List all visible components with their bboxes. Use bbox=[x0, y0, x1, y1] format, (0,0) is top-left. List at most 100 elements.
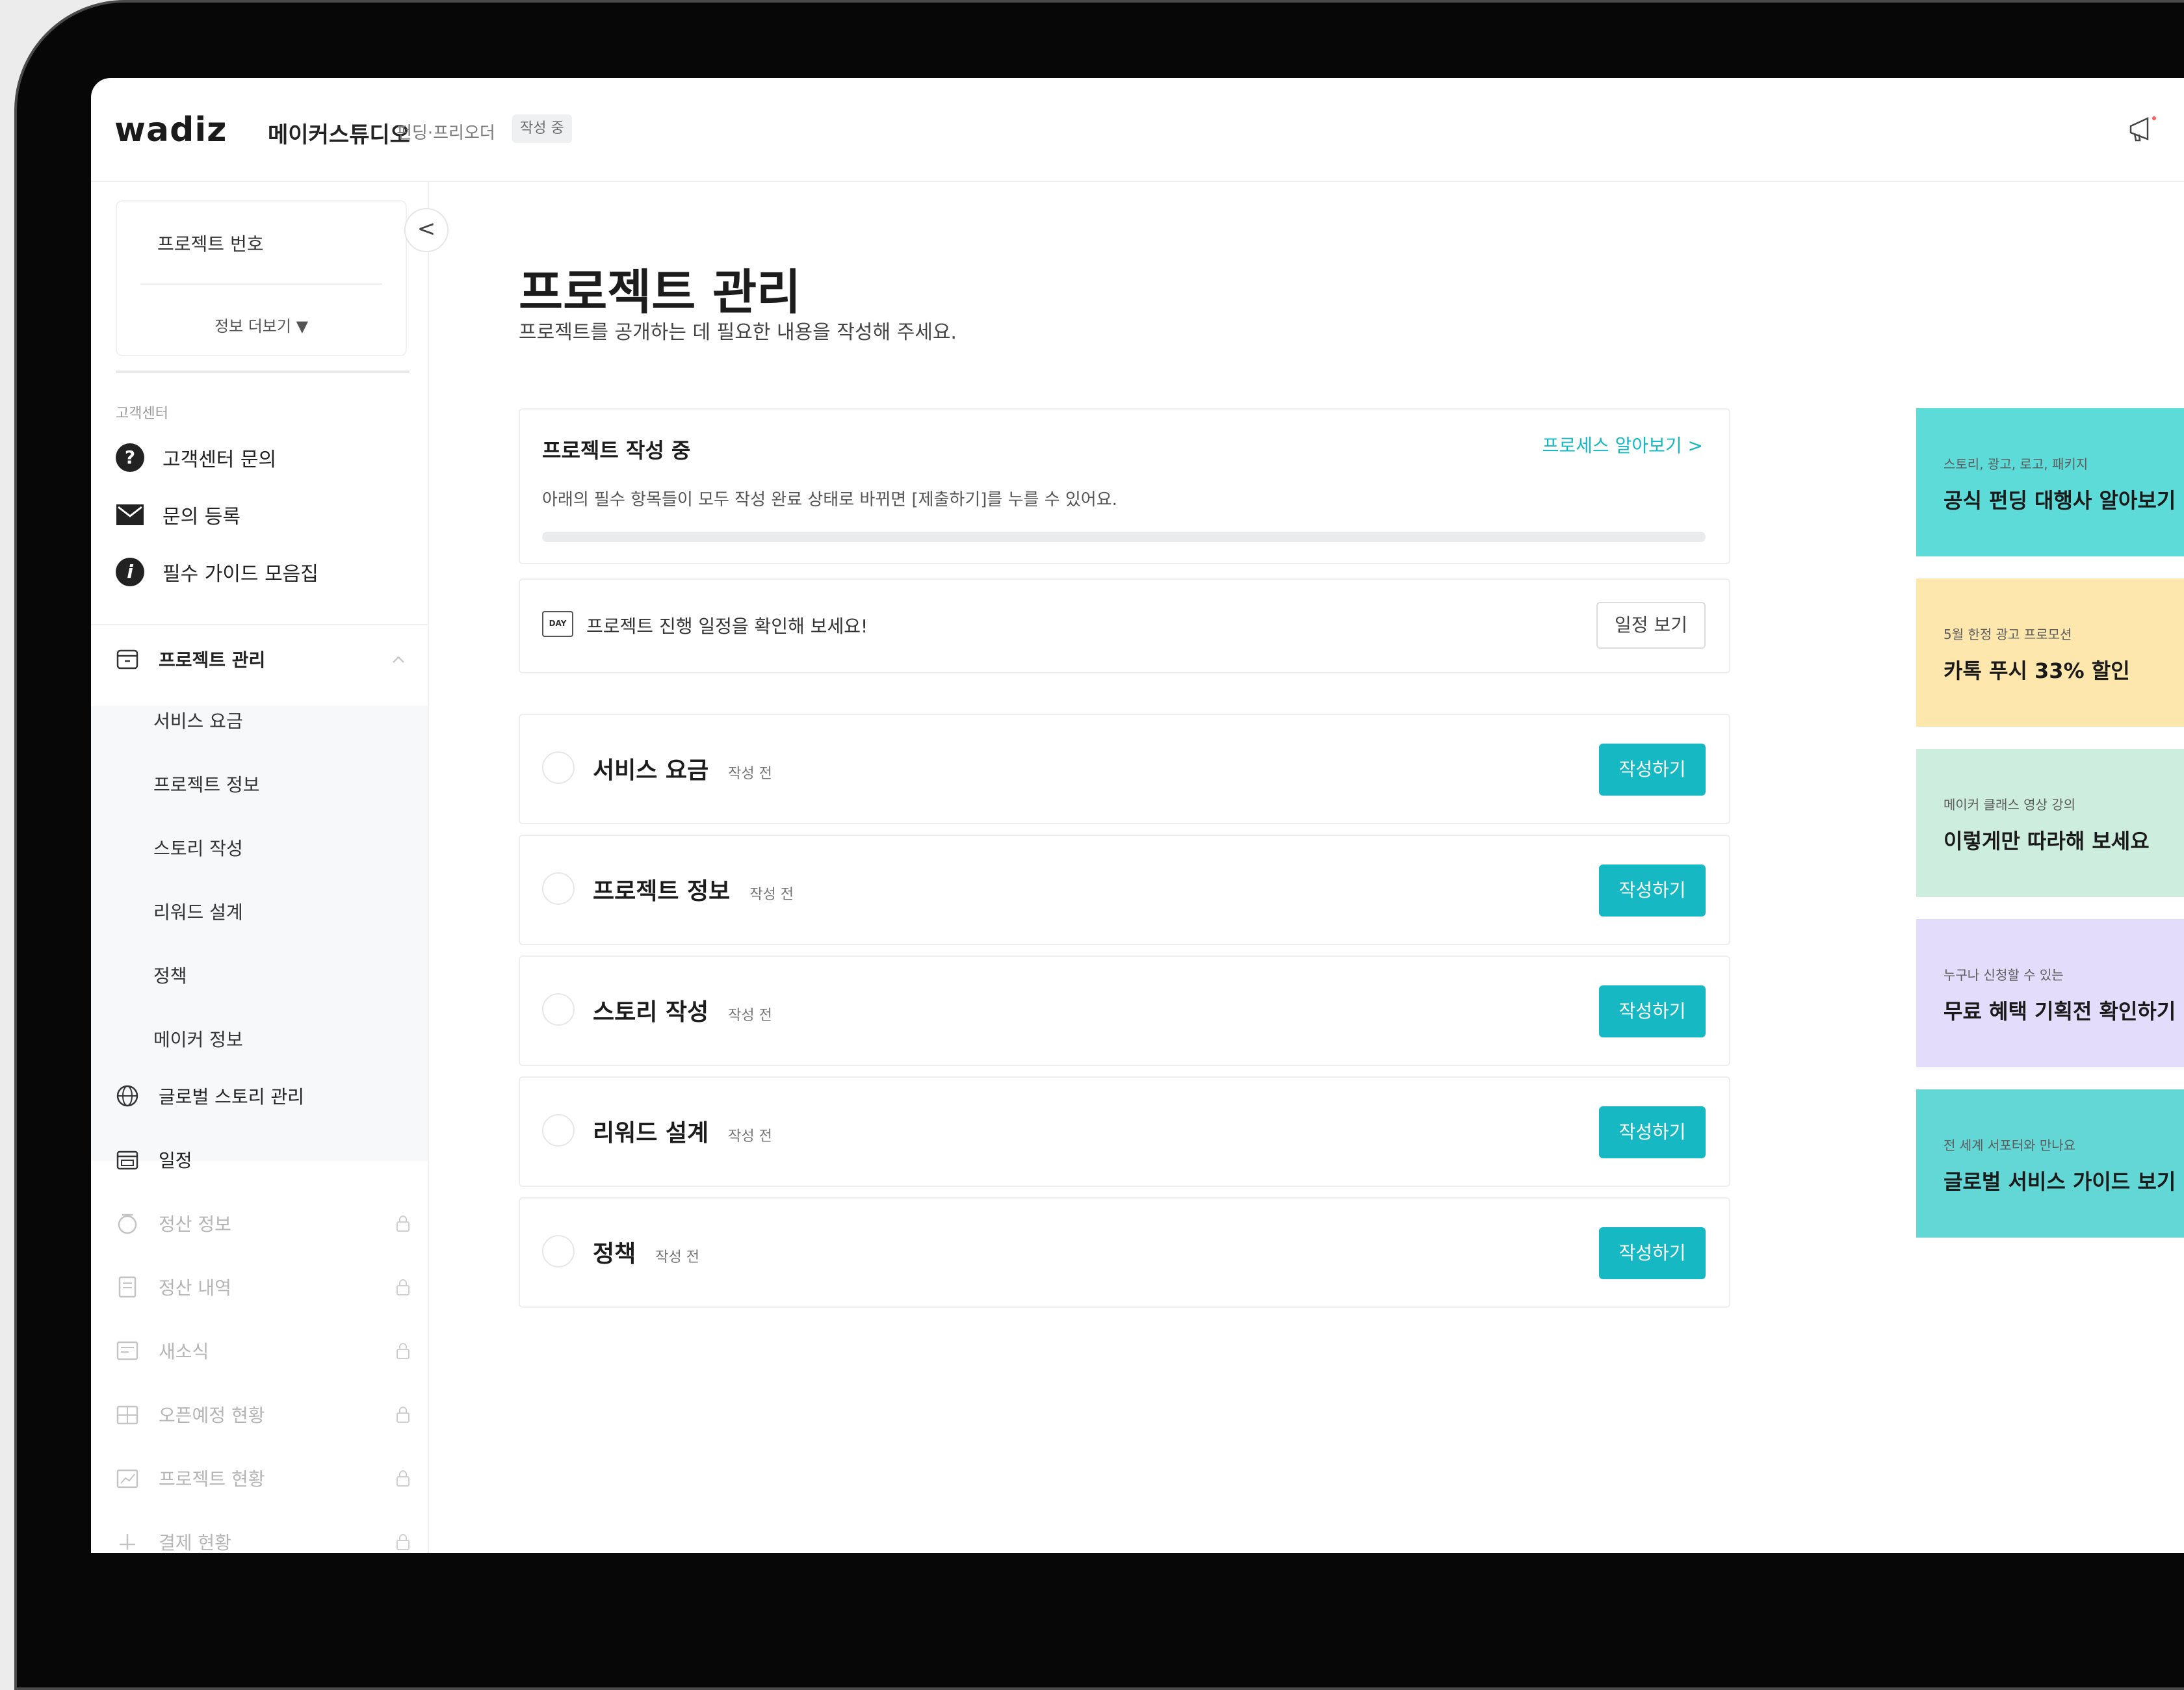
sidebar-subitem-service-fee[interactable]: 서비스 요금 bbox=[153, 707, 243, 733]
promo-title: 무료 혜택 기획전 확인하기 bbox=[1944, 999, 2176, 1024]
view-schedule-button[interactable]: 일정 보기 bbox=[1596, 602, 1706, 649]
support-section-label: 고객센터 bbox=[116, 406, 168, 422]
lock-icon bbox=[396, 1279, 410, 1295]
more-info-button[interactable]: 정보 더보기 ▼ bbox=[117, 313, 406, 336]
write-button[interactable]: 작성하기 bbox=[1599, 1227, 1706, 1279]
divider bbox=[140, 283, 382, 285]
support-item-label: 문의 등록 bbox=[162, 506, 240, 528]
lock-icon bbox=[396, 1343, 410, 1359]
mail-icon bbox=[116, 504, 144, 525]
project-mode: 펀딩·프리오더 bbox=[396, 124, 495, 143]
sidebar-item-label: 프로젝트 현황 bbox=[159, 1468, 265, 1490]
globe-icon bbox=[116, 1085, 138, 1107]
write-button[interactable]: 작성하기 bbox=[1599, 744, 1706, 796]
support-item-inquiry[interactable]: ? 고객센터 문의 bbox=[116, 438, 276, 477]
task-status: 작성 전 bbox=[728, 1008, 772, 1024]
page-subtitle: 프로젝트를 공개하는 데 필요한 내용을 작성해 주세요. bbox=[519, 321, 957, 344]
brand-name: 메이커스튜디오 bbox=[268, 122, 410, 148]
sidebar-item-project-status[interactable]: 프로젝트 현황 bbox=[116, 1460, 410, 1496]
task-row-policy: 정책 작성 전 작성하기 bbox=[519, 1197, 1730, 1308]
sidebar-item-label: 새소식 bbox=[159, 1341, 209, 1362]
project-info-card: 프로젝트 번호 정보 더보기 ▼ bbox=[116, 200, 407, 356]
task-name: 스토리 작성 bbox=[593, 999, 709, 1026]
chart-icon bbox=[116, 1469, 138, 1488]
task-row-service-fee: 서비스 요금 작성 전 작성하기 bbox=[519, 714, 1730, 824]
sidebar-item-label: 프로젝트 관리 bbox=[159, 649, 266, 671]
sidebar: 프로젝트 번호 정보 더보기 ▼ < 고객센터 ? 고객센터 문의 문의 등록 … bbox=[91, 182, 448, 1553]
promo-title: 카톡 푸시 33% 할인 bbox=[1944, 658, 2130, 683]
sidebar-item-label: 오픈예정 현황 bbox=[159, 1405, 265, 1426]
sidebar-item-label: 일정 bbox=[159, 1150, 192, 1171]
process-guide-link[interactable]: 프로세스 알아보기 > bbox=[1542, 432, 1703, 458]
plus-icon bbox=[120, 1534, 135, 1550]
sidebar-item-settlement-info[interactable]: 정산 정보 bbox=[116, 1205, 410, 1242]
promo-title: 글로벌 서비스 가이드 보기 bbox=[1944, 1169, 2176, 1194]
day-calendar-icon bbox=[116, 1150, 138, 1170]
project-number-label: 프로젝트 번호 bbox=[157, 233, 264, 255]
sidebar-item-news[interactable]: 새소식 bbox=[116, 1332, 410, 1369]
question-icon: ? bbox=[116, 443, 144, 472]
check-circle-icon bbox=[542, 1114, 575, 1147]
task-name: 프로젝트 정보 bbox=[593, 878, 731, 905]
promo-caption: 전 세계 서포터와 만나요 bbox=[1944, 1138, 2076, 1153]
task-status: 작성 전 bbox=[749, 887, 794, 903]
lock-icon bbox=[396, 1407, 410, 1423]
sidebar-item-global-story[interactable]: 글로벌 스토리 관리 bbox=[116, 1078, 304, 1114]
task-name: 정책 bbox=[593, 1241, 636, 1268]
check-circle-icon bbox=[542, 993, 575, 1026]
lock-icon bbox=[396, 1534, 410, 1550]
sidebar-item-label: 정산 내역 bbox=[159, 1277, 231, 1299]
sidebar-subitem-reward[interactable]: 리워드 설계 bbox=[153, 898, 243, 924]
promo-banner-benefit[interactable]: 누구나 신청할 수 있는 무료 혜택 기획전 확인하기 bbox=[1916, 919, 2184, 1067]
building-icon bbox=[116, 1405, 138, 1425]
promo-banner-class[interactable]: 메이커 클래스 영상 강의 이렇게만 따라해 보세요 bbox=[1916, 749, 2184, 897]
task-row-project-info: 프로젝트 정보 작성 전 작성하기 bbox=[519, 835, 1730, 945]
support-item-guide[interactable]: i 필수 가이드 모음집 bbox=[116, 552, 318, 592]
promo-title: 이렇게만 따라해 보세요 bbox=[1944, 829, 2150, 853]
task-row-reward: 리워드 설계 작성 전 작성하기 bbox=[519, 1076, 1730, 1187]
main-content: 프로젝트 관리 프로젝트를 공개하는 데 필요한 내용을 작성해 주세요. 프로… bbox=[429, 182, 1846, 1553]
day-calendar-icon: DAY bbox=[542, 611, 573, 637]
sidebar-item-open-status[interactable]: 오픈예정 현황 bbox=[116, 1396, 410, 1433]
support-item-label: 필수 가이드 모음집 bbox=[162, 563, 318, 586]
promo-caption: 5월 한정 광고 프로모션 bbox=[1944, 627, 2072, 642]
promo-banner-kakao[interactable]: 5월 한정 광고 프로모션 카톡 푸시 33% 할인 bbox=[1916, 578, 2184, 727]
support-item-register[interactable]: 문의 등록 bbox=[116, 495, 240, 534]
chevron-up-icon[interactable] bbox=[391, 653, 406, 667]
app-screen: wadiz 메이커스튜디오 펀딩·프리오더 작성 중 프로젝트 번호 정보 더보… bbox=[91, 78, 2184, 1553]
promo-banner-global[interactable]: 전 세계 서포터와 만나요 글로벌 서비스 가이드 보기 bbox=[1916, 1089, 2184, 1238]
wadiz-logo[interactable]: wadiz bbox=[114, 110, 227, 150]
promo-banner-agency[interactable]: 스토리, 광고, 로고, 패키지 공식 펀딩 대행사 알아보기 bbox=[1916, 408, 2184, 556]
task-status: 작성 전 bbox=[655, 1249, 699, 1266]
promo-caption: 메이커 클래스 영상 강의 bbox=[1944, 797, 2076, 812]
write-button[interactable]: 작성하기 bbox=[1599, 1106, 1706, 1158]
sidebar-subitem-project-info[interactable]: 프로젝트 정보 bbox=[153, 771, 259, 797]
sidebar-subitem-story[interactable]: 스토리 작성 bbox=[153, 835, 243, 861]
calendar-icon bbox=[116, 649, 138, 670]
promo-caption: 스토리, 광고, 로고, 패키지 bbox=[1944, 456, 2088, 472]
progress-bar bbox=[542, 532, 1706, 542]
sidebar-item-label: 결제 현황 bbox=[159, 1532, 231, 1553]
sidebar-item-project-manage[interactable]: 프로젝트 관리 bbox=[116, 641, 265, 677]
divider bbox=[116, 370, 410, 373]
sidebar-item-settlement-history[interactable]: 정산 내역 bbox=[116, 1269, 410, 1305]
sidebar-item-label: 정산 정보 bbox=[159, 1214, 231, 1235]
schedule-text: 프로젝트 진행 일정을 확인해 보세요! bbox=[586, 616, 868, 637]
status-badge: 작성 중 bbox=[512, 114, 572, 143]
check-circle-icon bbox=[542, 872, 575, 905]
schedule-card: DAY 프로젝트 진행 일정을 확인해 보세요! 일정 보기 bbox=[519, 578, 1730, 673]
sidebar-subitem-policy[interactable]: 정책 bbox=[153, 962, 187, 988]
write-button[interactable]: 작성하기 bbox=[1599, 864, 1706, 916]
write-button[interactable]: 작성하기 bbox=[1599, 985, 1706, 1037]
sidebar-item-schedule[interactable]: 일정 bbox=[116, 1141, 192, 1178]
sidebar-subitem-maker-info[interactable]: 메이커 정보 bbox=[153, 1026, 243, 1052]
progress-title: 프로젝트 작성 중 bbox=[542, 438, 691, 463]
megaphone-icon[interactable] bbox=[2127, 113, 2159, 146]
top-bar: wadiz 메이커스튜디오 펀딩·프리오더 작성 중 bbox=[91, 78, 2184, 182]
task-status: 작성 전 bbox=[728, 766, 772, 782]
page-title: 프로젝트 관리 bbox=[519, 265, 801, 320]
task-name: 서비스 요금 bbox=[593, 757, 709, 784]
sidebar-item-payment-status[interactable]: 결제 현황 bbox=[116, 1524, 410, 1553]
promo-title: 공식 펀딩 대행사 알아보기 bbox=[1944, 488, 2176, 513]
divider bbox=[91, 624, 428, 625]
